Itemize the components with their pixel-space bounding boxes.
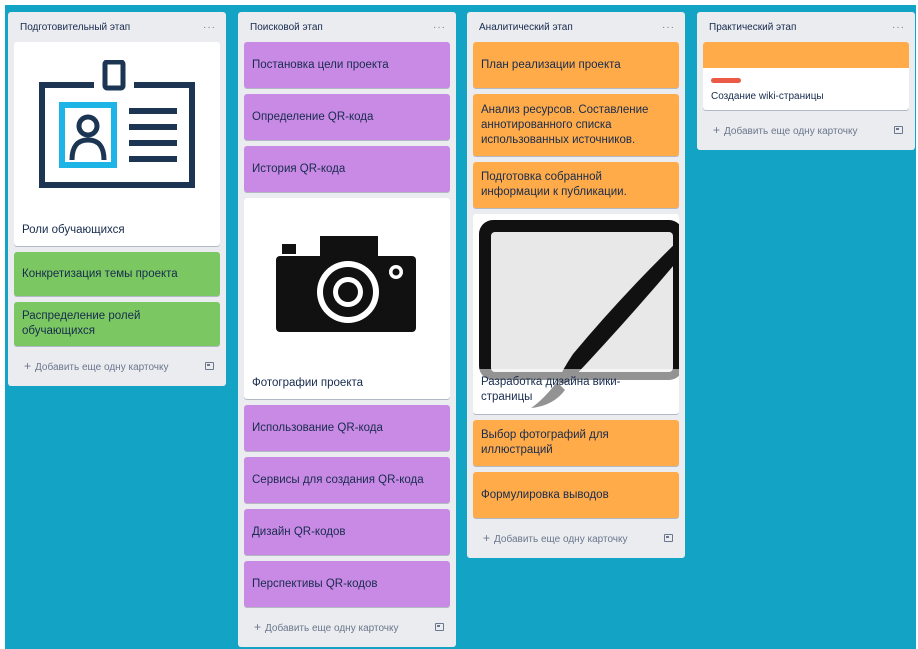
card-template-icon[interactable] xyxy=(205,362,214,370)
id-badge-icon xyxy=(14,42,220,217)
plus-icon: + xyxy=(483,531,491,545)
board: Подготовительный этап ··· Роли обучающих… xyxy=(5,5,916,649)
card-resources[interactable]: Анализ ресурсов. Составление аннотирован… xyxy=(473,94,679,156)
card-title: Определение QR-кода xyxy=(252,110,374,123)
card-title: Сервисы для создания QR-кода xyxy=(252,473,424,486)
card-topic[interactable]: Конкретизация темы проекта xyxy=(14,252,220,296)
card-title: Использование QR-кода xyxy=(252,421,383,434)
card-qr-definition[interactable]: Определение QR-кода xyxy=(244,94,450,140)
add-card-button[interactable]: + Добавить еще одну карточку xyxy=(14,352,220,380)
plus-icon: + xyxy=(713,123,721,137)
card-template-icon[interactable] xyxy=(435,623,444,631)
add-card-label: Добавить еще одну карточку xyxy=(35,362,169,373)
card-title: История QR-кода xyxy=(252,162,346,175)
plus-icon: + xyxy=(24,359,32,373)
card-wiki-design[interactable]: Разработка дизайна вики-страницы xyxy=(473,214,679,414)
card-title: Роли обучающихся xyxy=(22,224,125,236)
card-template-icon[interactable] xyxy=(894,126,903,134)
card-role-distribution[interactable]: Распределение ролей обучающихся xyxy=(14,302,220,346)
list-menu-icon[interactable]: ··· xyxy=(203,22,216,33)
card-title: Конкретизация темы проекта xyxy=(22,267,178,280)
list-header: Подготовительный этап ··· xyxy=(14,12,220,42)
card-title: Фотографии проекта xyxy=(252,377,364,389)
card-photos[interactable]: Фотографии проекта xyxy=(244,198,450,399)
card-title: Постановка цели проекта xyxy=(252,58,389,71)
card-publication[interactable]: Подготовка собранной информации к публик… xyxy=(473,162,679,208)
card-template-icon[interactable] xyxy=(664,534,673,542)
card-qr-history[interactable]: История QR-кода xyxy=(244,146,450,192)
list-header: Поисковой этап ··· xyxy=(244,12,450,42)
list-title[interactable]: Практический этап xyxy=(709,22,796,33)
card-title: Разработка дизайна вики-страницы xyxy=(473,369,679,413)
card-title: Формулировка выводов xyxy=(481,488,609,501)
card-qr-prospects[interactable]: Перспективы QR-кодов xyxy=(244,561,450,607)
card-conclusions[interactable]: Формулировка выводов xyxy=(473,472,679,518)
add-card-label: Добавить еще одну карточку xyxy=(494,534,628,545)
card-title: Выбор фотографий для иллюстраций xyxy=(481,429,609,456)
add-card-button[interactable]: + Добавить еще одну карточку xyxy=(703,116,909,144)
list-menu-icon[interactable]: ··· xyxy=(433,22,446,33)
card-title: Дизайн QR-кодов xyxy=(252,525,346,538)
list-search: Поисковой этап ··· Постановка цели проек… xyxy=(238,12,456,647)
card-title: Перспективы QR-кодов xyxy=(252,577,378,590)
add-card-label: Добавить еще одну карточку xyxy=(265,623,399,634)
list-title[interactable]: Аналитический этап xyxy=(479,22,573,33)
add-card-button[interactable]: + Добавить еще одну карточку xyxy=(244,613,450,641)
camera-icon xyxy=(244,198,450,370)
list-menu-icon[interactable]: ··· xyxy=(662,22,675,33)
add-card-label: Добавить еще одну карточку xyxy=(724,126,858,137)
card-goal[interactable]: Постановка цели проекта xyxy=(244,42,450,88)
card-roles[interactable]: Роли обучающихся xyxy=(14,42,220,246)
card-title: Создание wiki-страницы xyxy=(711,91,824,102)
card-qr-services[interactable]: Сервисы для создания QR-кода xyxy=(244,457,450,503)
card-title: Распределение ролей обучающихся xyxy=(22,310,141,337)
list-menu-icon[interactable]: ··· xyxy=(892,22,905,33)
list-analytical: Аналитический этап ··· План реализации п… xyxy=(467,12,685,558)
list-title[interactable]: Поисковой этап xyxy=(250,22,323,33)
list-practical: Практический этап ··· Создание wiki-стра… xyxy=(697,12,915,150)
card-cover xyxy=(703,42,909,68)
card-wiki-page[interactable]: Создание wiki-страницы xyxy=(703,42,909,110)
list-preparatory: Подготовительный этап ··· Роли обучающих… xyxy=(8,12,226,386)
card-qr-design[interactable]: Дизайн QR-кодов xyxy=(244,509,450,555)
card-qr-usage[interactable]: Использование QR-кода xyxy=(244,405,450,451)
plus-icon: + xyxy=(254,620,262,634)
card-plan[interactable]: План реализации проекта xyxy=(473,42,679,88)
card-title: Подготовка собранной информации к публик… xyxy=(481,171,627,198)
list-header: Аналитический этап ··· xyxy=(473,12,679,42)
list-title[interactable]: Подготовительный этап xyxy=(20,22,130,33)
card-title: Анализ ресурсов. Составление аннотирован… xyxy=(481,103,649,146)
card-label xyxy=(711,78,741,83)
list-header: Практический этап ··· xyxy=(703,12,909,42)
add-card-button[interactable]: + Добавить еще одну карточку xyxy=(473,524,679,552)
card-title: План реализации проекта xyxy=(481,58,621,71)
card-photo-selection[interactable]: Выбор фотографий для иллюстраций xyxy=(473,420,679,466)
